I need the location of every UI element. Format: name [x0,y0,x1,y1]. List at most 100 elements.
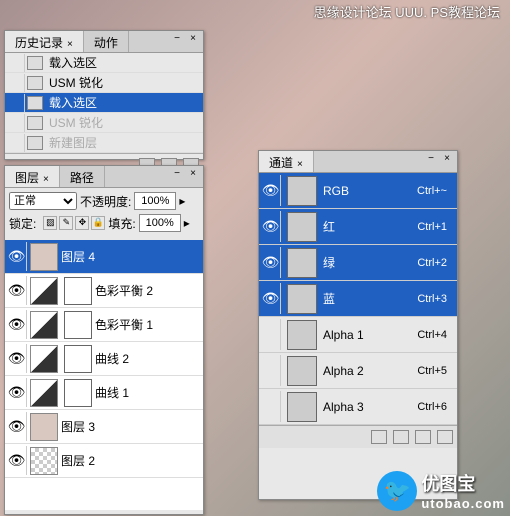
mask-thumb-icon [64,277,92,305]
layer-name: 图层 3 [61,418,95,435]
channel-shortcut: Ctrl+1 [417,221,447,233]
visibility-toggle[interactable]: 👁 [7,310,27,339]
fill-label: 填充: [108,215,135,232]
channels-footer [259,425,457,448]
adjustment-icon [30,379,58,407]
tab-layers[interactable]: 图层 × [5,166,60,187]
visibility-toggle[interactable]: 👁 [7,378,27,407]
history-item[interactable]: 载入选区 [5,53,203,73]
history-item-label: USM 锐化 [49,74,103,91]
history-step-icon [27,136,43,150]
trash-icon[interactable] [437,430,453,444]
channel-name: 蓝 [323,290,417,307]
lock-paint-icon[interactable]: ✎ [59,216,73,230]
layer-item[interactable]: 👁图层 4 [5,240,203,274]
layer-item[interactable]: 👁色彩平衡 2 [5,274,203,308]
tab-actions[interactable]: 动作 [84,31,129,52]
channel-thumb-icon [287,176,317,206]
channel-item[interactable]: 👁 红Ctrl+1 [259,209,457,245]
history-item[interactable]: USM 锐化 [5,113,203,133]
lock-transparent-icon[interactable]: ▨ [43,216,57,230]
visibility-toggle[interactable]: 👁 [261,283,281,314]
tab-channels[interactable]: 通道× [259,151,314,172]
visibility-toggle[interactable] [261,319,281,350]
fill-input[interactable] [139,214,181,232]
channel-thumb-icon [287,392,317,422]
tab-layers-label: 图层 [15,171,39,185]
visibility-toggle[interactable] [261,391,281,422]
layer-item[interactable]: 👁图层 2 [5,444,203,478]
layer-item[interactable]: 👁 图层 3 [5,410,203,444]
lock-all-icon[interactable]: 🔒 [91,216,105,230]
logo-brand: 优图宝 [421,470,505,496]
eye-icon: 👁 [8,316,26,333]
close-icon[interactable]: × [67,39,73,50]
channel-name: 红 [323,218,417,235]
layer-item[interactable]: 👁 色彩平衡 1 [5,308,203,342]
close-icon[interactable]: × [441,153,453,164]
channel-item[interactable]: 👁绿Ctrl+2 [259,245,457,281]
channel-thumb-icon [287,356,317,386]
layer-name: 色彩平衡 1 [95,316,153,333]
tab-history[interactable]: 历史记录× [5,31,84,52]
channel-name: Alpha 1 [323,328,417,342]
visibility-toggle[interactable]: 👁 [261,211,281,242]
channel-item[interactable]: Alpha 3Ctrl+6 [259,389,457,425]
history-step-icon [27,96,43,110]
channel-item[interactable]: Alpha 1Ctrl+4 [259,317,457,353]
top-watermark: 思缘设计论坛 UUU. PS教程论坛 [314,2,500,21]
visibility-toggle[interactable]: 👁 [7,412,27,441]
tab-paths[interactable]: 路径 [60,166,105,187]
visibility-toggle[interactable]: 👁 [261,175,281,206]
layer-thumb-icon [30,243,58,271]
adjustment-icon [30,277,58,305]
visibility-toggle[interactable]: 👁 [261,247,281,278]
history-item-label: 载入选区 [49,94,97,111]
channel-shortcut: Ctrl+4 [417,329,447,341]
close-icon[interactable]: × [43,174,49,185]
close-icon[interactable]: × [187,33,199,44]
lock-label: 锁定: [9,215,36,232]
close-icon[interactable]: × [297,159,303,170]
minimize-icon[interactable]: − [425,153,437,164]
channel-shortcut: Ctrl+2 [417,257,447,269]
channel-item[interactable]: 👁RGBCtrl+~ [259,173,457,209]
mask-thumb-icon [64,311,92,339]
chevron-right-icon[interactable]: ▸ [179,194,185,208]
mask-thumb-icon [64,345,92,373]
channel-item[interactable]: Alpha 2Ctrl+5 [259,353,457,389]
history-item[interactable]: 新建图层 [5,133,203,153]
layer-thumb-icon [30,447,58,475]
minimize-icon[interactable]: − [171,33,183,44]
panel-controls: − × [171,168,199,179]
layer-item[interactable]: 👁曲线 2 [5,342,203,376]
eye-icon: 👁 [8,384,26,401]
blend-mode-select[interactable]: 正常 [9,192,77,210]
lock-move-icon[interactable]: ✥ [75,216,89,230]
bottom-watermark: 🐦 优图宝 utobao.com [377,470,505,511]
eye-icon: 👁 [8,282,26,299]
channel-item[interactable]: 👁蓝Ctrl+3 [259,281,457,317]
history-item[interactable]: 载入选区 [5,93,203,113]
channel-thumb-icon [287,320,317,350]
visibility-toggle[interactable]: 👁 [7,242,27,271]
panel-controls: − × [425,153,453,164]
visibility-toggle[interactable] [261,355,281,386]
opacity-input[interactable] [134,192,176,210]
new-channel-icon[interactable] [415,430,431,444]
minimize-icon[interactable]: − [171,168,183,179]
save-selection-icon[interactable] [393,430,409,444]
logo-url: utobao.com [421,496,505,511]
visibility-toggle[interactable]: 👁 [7,344,27,373]
layer-item[interactable]: 👁曲线 1 [5,376,203,410]
chevron-right-icon[interactable]: ▸ [184,216,190,230]
load-selection-icon[interactable] [371,430,387,444]
layer-options: 正常 不透明度: ▸ 锁定: ▨ ✎ ✥ 🔒 填充: ▸ [5,188,203,240]
visibility-toggle[interactable]: 👁 [7,446,27,475]
visibility-toggle[interactable]: 👁 [7,276,27,305]
channel-shortcut: Ctrl+~ [417,185,447,197]
history-item[interactable]: USM 锐化 [5,73,203,93]
channel-name: Alpha 2 [323,364,417,378]
mask-thumb-icon [64,379,92,407]
close-icon[interactable]: × [187,168,199,179]
